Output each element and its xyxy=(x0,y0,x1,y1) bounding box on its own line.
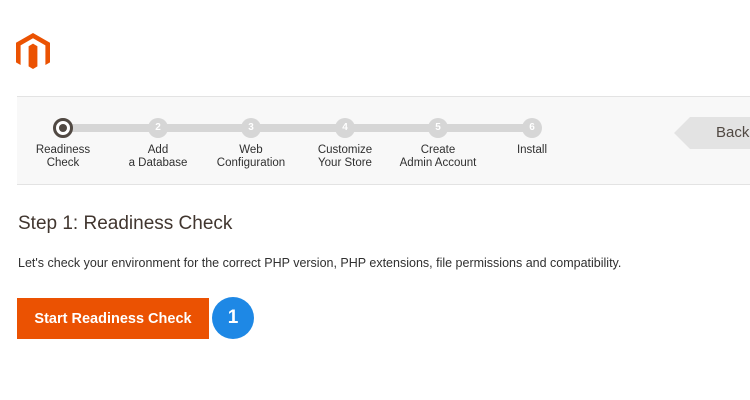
step-number-badge: 1 xyxy=(212,297,254,339)
wizard-step-6-marker: 6 xyxy=(522,118,542,138)
start-readiness-check-button[interactable]: Start Readiness Check xyxy=(17,298,209,339)
magento-logo-icon xyxy=(16,33,50,69)
wizard-step-2-marker: 2 xyxy=(148,118,168,138)
wizard-progress-track xyxy=(63,124,533,132)
back-button[interactable]: Back xyxy=(674,117,750,149)
page-title: Step 1: Readiness Check xyxy=(18,213,233,234)
wizard-progress-bar xyxy=(17,96,750,185)
wizard-step-3-label: Web Configuration xyxy=(216,144,286,169)
wizard-step-6-label: Install xyxy=(516,144,548,156)
wizard-step-1-marker xyxy=(53,118,73,138)
wizard-step-4-label: Customize Your Store xyxy=(317,144,373,169)
wizard-step-5-marker: 5 xyxy=(428,118,448,138)
wizard-step-4-marker: 4 xyxy=(335,118,355,138)
wizard-step-3-marker: 3 xyxy=(241,118,261,138)
step-description: Let's check your environment for the cor… xyxy=(18,256,622,270)
wizard-step-2-label: Add a Database xyxy=(128,144,188,169)
wizard-step-1-label: Readiness Check xyxy=(35,144,91,169)
wizard-step-5-label: Create Admin Account xyxy=(399,144,477,169)
